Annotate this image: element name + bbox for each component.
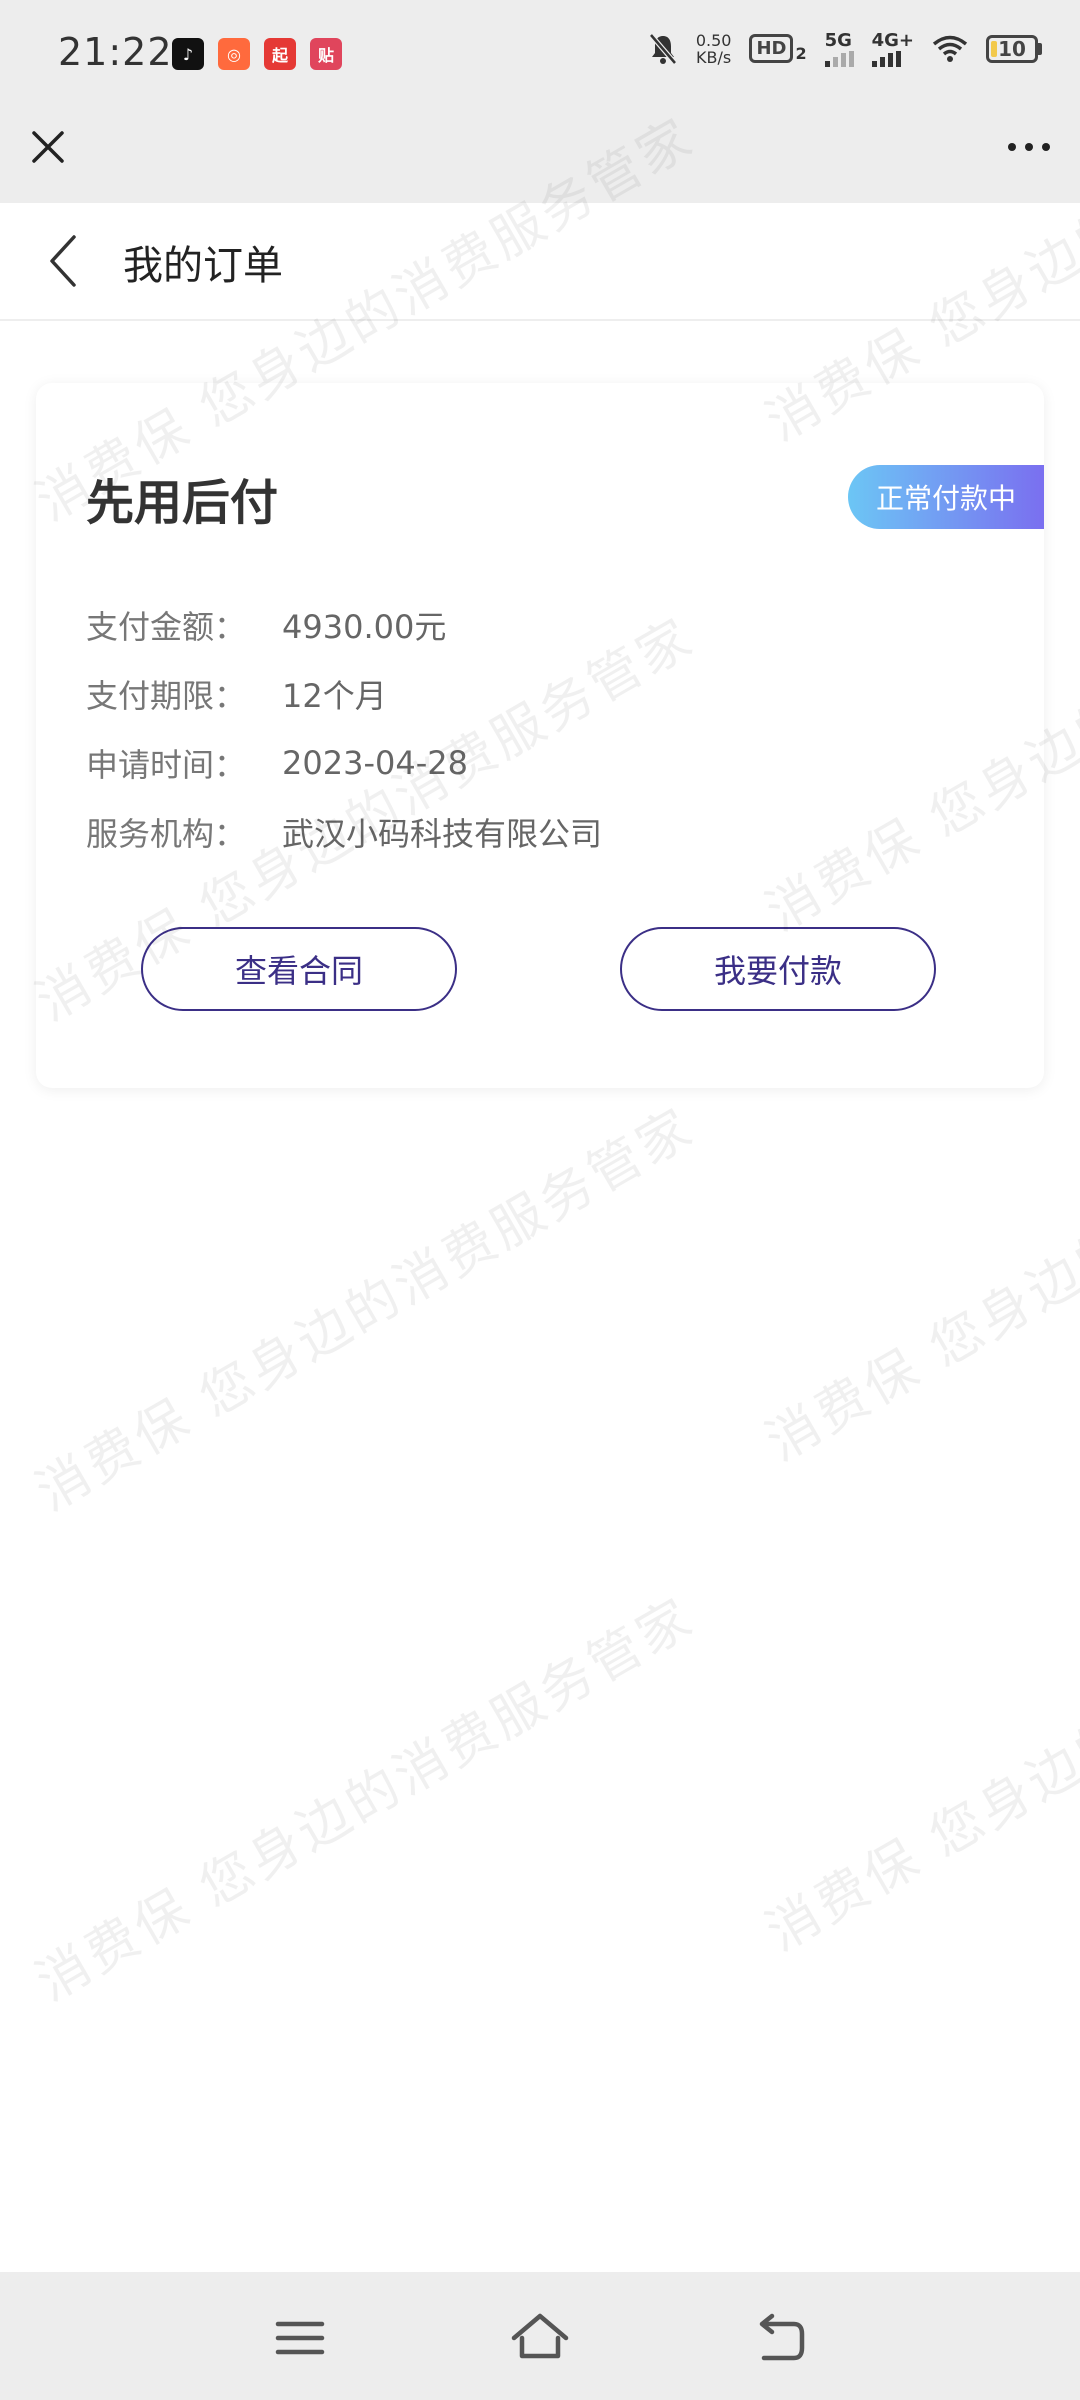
status-indicators: 0.50 KB/s HD 2 5G 4G+ 10 (648, 30, 1042, 67)
net-5g-label: 5G (824, 30, 852, 51)
view-contract-button[interactable]: 查看合同 (141, 927, 457, 1011)
info-value: 武汉小码科技有限公司 (282, 814, 603, 853)
status-bar: 21:22 ♪ ◎ 起 贴 0.50 KB/s HD 2 5G 4G+ 10 (0, 0, 1080, 105)
info-value: 2023-04-28 (282, 743, 468, 782)
battery-level: 10 (998, 36, 1026, 61)
info-value: 4930.00元 (282, 607, 447, 646)
net-speed-value: 0.50 (695, 30, 732, 50)
page-header: 我的订单 (0, 203, 1080, 321)
info-label: 支付金额： (86, 607, 247, 646)
chevron-left-icon[interactable] (44, 233, 84, 289)
kuaishou-icon: ◎ (218, 38, 250, 70)
info-label: 支付期限： (86, 676, 247, 715)
status-badge: 正常付款中 (848, 465, 1044, 529)
info-row-provider: 服务机构： 武汉小码科技有限公司 (86, 797, 602, 866)
watermark-text: 消费保 您身边的消费服务管家 (26, 1096, 705, 1524)
status-time: 21:22 (58, 30, 173, 74)
watermark-text: 消费保 您身边的消费服务管家 (26, 1586, 705, 2014)
wifi-icon (932, 35, 968, 62)
pay-button[interactable]: 我要付款 (620, 927, 936, 1011)
watermark: 消费保 您身边的消费服务管家 消费保 您身边的消费服务管家 消费保 您身边的消费… (0, 0, 1080, 2400)
signal-5g-icon (824, 51, 854, 67)
watermark-text: 消费保 您身边的消费服务管家 (756, 1046, 1080, 1474)
watermark-text: 消费保 您身边的消费服务管家 (756, 1536, 1080, 1964)
tiktok-icon: ♪ (172, 38, 204, 70)
more-icon[interactable] (1008, 143, 1050, 151)
close-icon[interactable] (28, 127, 68, 167)
menu-icon[interactable] (270, 2308, 330, 2368)
qidian-icon: 起 (264, 38, 296, 70)
signal-4g-icon (871, 51, 901, 67)
browser-toolbar (0, 105, 1080, 203)
info-row-date: 申请时间： 2023-04-28 (86, 728, 602, 797)
info-label: 申请时间： (86, 745, 247, 784)
home-icon[interactable] (510, 2308, 570, 2368)
notification-app-icons: ♪ ◎ 起 贴 (172, 38, 342, 70)
system-navigation-bar (0, 2272, 1080, 2400)
info-label: 服务机构： (86, 814, 247, 853)
back-icon[interactable] (750, 2308, 810, 2368)
info-row-amount: 支付金额： 4930.00元 (86, 590, 602, 659)
order-type-title: 先用后付 (86, 475, 279, 531)
battery-icon: 10 (986, 34, 1042, 63)
hd-badge: HD (749, 34, 794, 63)
info-row-term: 支付期限： 12个月 (86, 659, 602, 728)
tieba-icon: 贴 (310, 38, 342, 70)
page-title: 我的订单 (123, 243, 283, 289)
hd-sub: 2 (795, 44, 807, 63)
order-card: 先用后付 正常付款中 支付金额： 4930.00元 支付期限： 12个月 申请时… (36, 383, 1044, 1088)
info-value: 12个月 (282, 676, 387, 715)
order-info-list: 支付金额： 4930.00元 支付期限： 12个月 申请时间： 2023-04-… (86, 590, 602, 866)
net-4g-label: 4G+ (871, 30, 914, 51)
net-speed: 0.50 KB/s (696, 32, 732, 66)
mute-bell-icon (648, 32, 677, 65)
net-speed-unit: KB/s (696, 47, 732, 67)
